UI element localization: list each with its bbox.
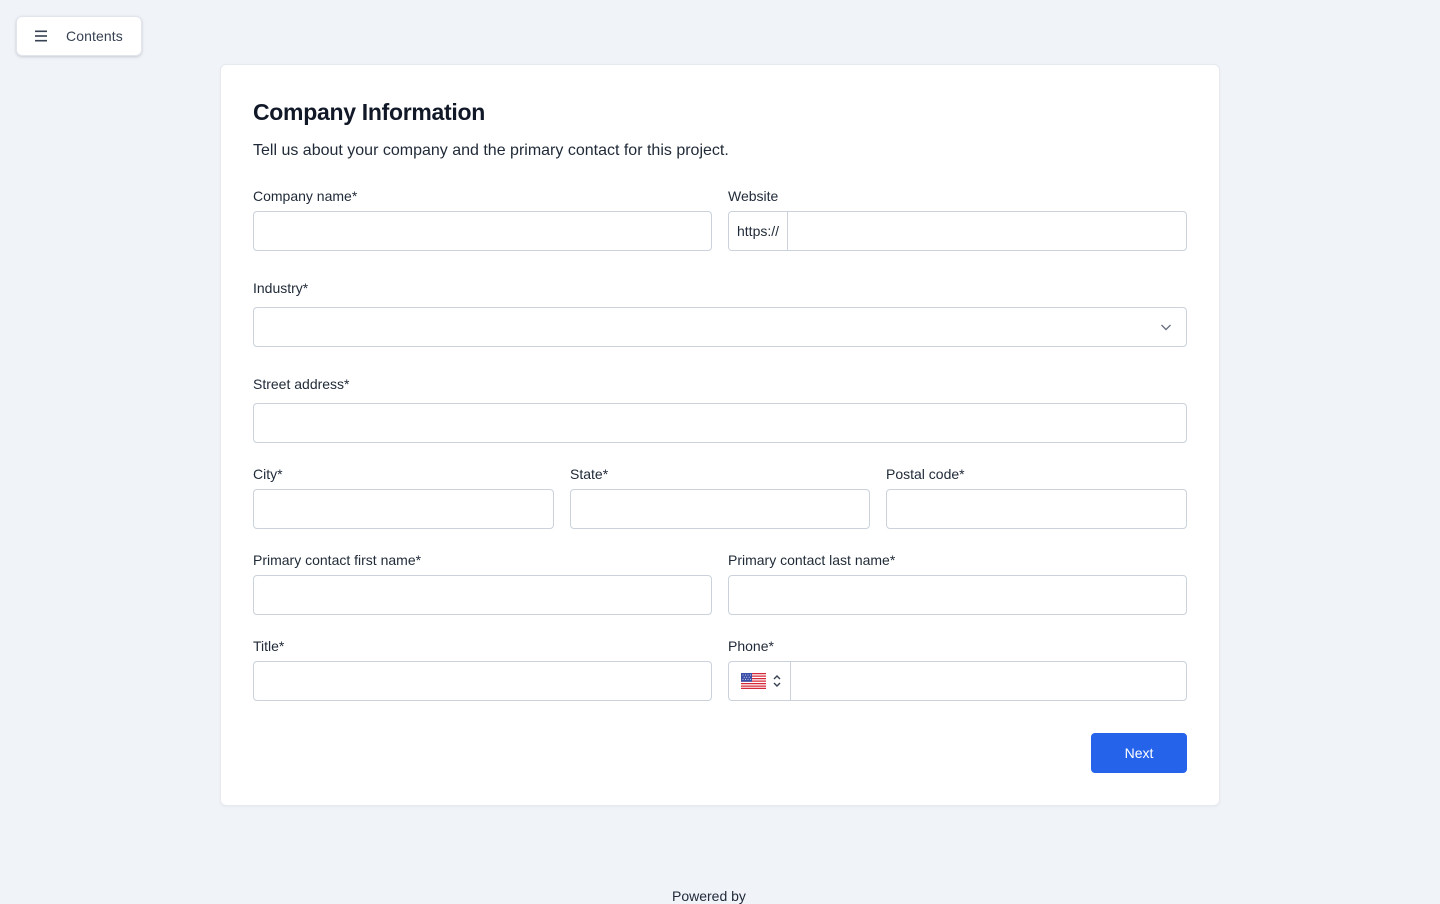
title-input[interactable] [253,661,712,701]
hamburger-menu-icon [35,30,47,42]
website-input[interactable] [788,212,1186,250]
company-name-input[interactable] [253,211,712,251]
contents-label: Contents [66,28,123,44]
industry-select[interactable] [253,307,1187,347]
phone-field [728,661,1187,701]
first-name-input[interactable] [253,575,712,615]
title-label: Title* [253,638,285,654]
street-address-label: Street address* [253,376,350,392]
first-name-label: Primary contact first name* [253,552,422,568]
postal-code-label: Postal code* [886,466,965,482]
postal-code-input[interactable] [886,489,1187,529]
company-name-label: Company name* [253,188,358,204]
phone-label: Phone* [728,638,774,654]
last-name-input[interactable] [728,575,1187,615]
phone-input[interactable] [791,662,1186,700]
contents-button[interactable]: Contents [16,16,142,56]
website-prefix: https:// [729,212,789,250]
website-field: https:// [728,211,1187,251]
chevron-down-icon [1161,324,1171,331]
us-flag-icon [741,673,766,689]
country-select[interactable] [729,662,791,700]
state-label: State* [570,466,609,482]
chevron-up-down-icon [773,675,781,687]
city-label: City* [253,466,283,482]
powered-by-text: Powered by [672,888,746,904]
street-address-input[interactable] [253,403,1187,443]
form-card: Company Information Tell us about your c… [220,64,1220,806]
next-button[interactable]: Next [1091,733,1187,773]
page-subtitle: Tell us about your company and the prima… [253,142,729,159]
page-title: Company Information [253,99,485,125]
industry-label: Industry* [253,280,309,296]
city-input[interactable] [253,489,554,529]
website-label: Website [728,188,779,204]
state-input[interactable] [570,489,870,529]
last-name-label: Primary contact last name* [728,552,896,568]
